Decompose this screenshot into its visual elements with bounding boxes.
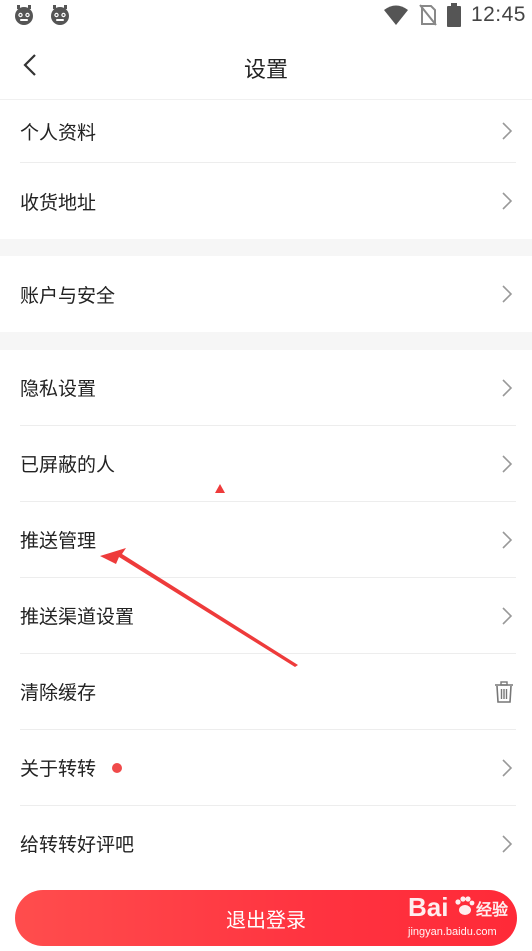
battery-icon [446,3,461,27]
settings-item-label: 已屏蔽的人 [20,454,116,476]
settings-item-profile[interactable]: 个人资料 [20,100,516,163]
page-title: 设置 [243,58,288,83]
chevron-right-icon [502,378,513,397]
settings-item-account-security[interactable]: 账户与安全 [20,256,516,332]
paw-icon [455,896,475,915]
chevron-right-icon [502,122,513,140]
notification-dot [112,762,123,773]
chevron-right-icon [502,530,513,549]
watermark-brand-suffix: 经验 [476,900,509,919]
settings-item-label: 个人资料 [20,121,97,144]
settings-item-push-channel[interactable]: 推送渠道设置 [20,578,516,654]
status-time: 12:45 [470,3,526,26]
status-bar: 12:45 [0,0,532,30]
nav-bar: 设置 [0,30,532,100]
settings-item-blocked-users[interactable]: 已屏蔽的人 [20,426,516,502]
android-robot-icon [51,5,69,25]
chevron-right-icon [502,454,513,473]
watermark-url: jingyan.baidu.com [408,926,497,938]
settings-item-label: 隐私设置 [20,378,97,400]
no-sim-icon [419,4,437,26]
baidu-watermark: Bai 经验 jingyan.baidu.com [408,888,518,946]
settings-item-label: 关于转转 [20,758,97,780]
settings-item-label: 账户与安全 [20,284,116,307]
group-separator [0,239,532,256]
settings-item-label: 推送渠道设置 [20,606,135,628]
group-separator [0,332,532,350]
settings-item-address[interactable]: 收货地址 [20,163,516,239]
chevron-right-icon [502,758,513,777]
settings-group-profile: 个人资料 收货地址 [0,100,532,239]
settings-item-privacy[interactable]: 隐私设置 [20,350,516,426]
settings-item-label: 推送管理 [20,530,97,552]
settings-list: 个人资料 收货地址 账户与安全 隐私设置 已屏蔽的人 推送管理 推送渠道设置 清… [0,100,532,882]
settings-group-account: 账户与安全 [0,256,532,332]
settings-item-about[interactable]: 关于转转 [20,730,516,806]
settings-item-clear-cache[interactable]: 清除缓存 [20,654,516,730]
watermark-brand: Bai [408,892,449,922]
settings-item-label: 给转转好评吧 [20,834,135,856]
chevron-right-icon [502,606,513,625]
settings-item-push-management[interactable]: 推送管理 [20,502,516,578]
chevron-right-icon [502,834,513,853]
settings-item-rate-app[interactable]: 给转转好评吧 [20,806,516,882]
trash-icon[interactable] [492,680,516,704]
chevron-right-icon [502,285,513,303]
chevron-right-icon [502,192,513,210]
settings-item-label: 清除缓存 [20,682,97,704]
settings-group-general: 隐私设置 已屏蔽的人 推送管理 推送渠道设置 清除缓存 关于转转 给转转好评吧 [0,350,532,882]
wifi-icon [383,5,408,25]
android-robot-icon [15,5,33,25]
settings-item-label: 收货地址 [20,191,97,214]
